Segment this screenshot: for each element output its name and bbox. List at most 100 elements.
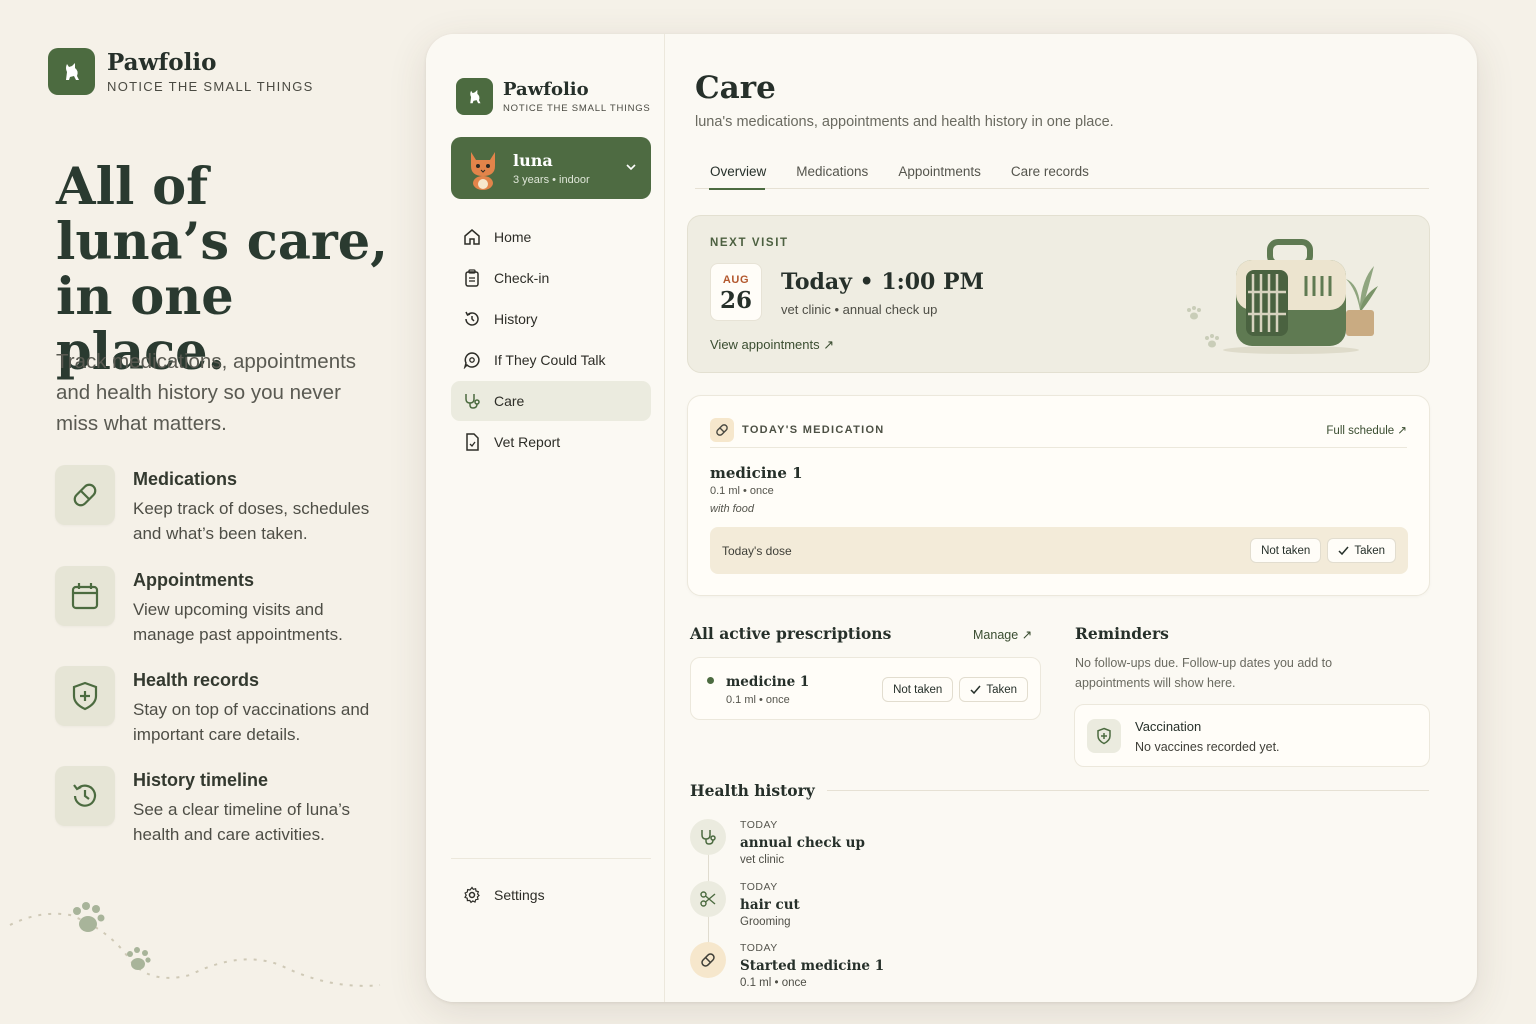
sidebar-item-vet-report[interactable]: Vet Report xyxy=(451,422,651,462)
history-name: annual check up xyxy=(740,835,865,851)
not-taken-button[interactable]: Not taken xyxy=(1250,538,1322,563)
pet-carrier-illustration xyxy=(1187,239,1378,354)
cat-logo-icon xyxy=(48,48,95,95)
cat-logo-icon xyxy=(456,78,493,115)
calendar-icon xyxy=(55,566,115,626)
dose-actions: Not taken Taken xyxy=(1250,538,1396,563)
sidebar-item-label: Care xyxy=(494,393,525,409)
feature-title: Appointments xyxy=(133,570,254,590)
sidebar-item-label: History xyxy=(494,311,538,327)
divider xyxy=(805,790,1429,791)
medication-card-header: TODAY'S MEDICATION Full schedule ↗ xyxy=(710,412,1407,448)
sidebar-item-settings[interactable]: Settings xyxy=(451,875,651,915)
history-when: TODAY xyxy=(740,942,778,954)
check-icon xyxy=(970,685,981,695)
status-dot xyxy=(707,677,714,684)
todays-medication-card: TODAY'S MEDICATION Full schedule ↗ medic… xyxy=(687,395,1430,596)
chat-icon xyxy=(463,352,480,369)
report-icon xyxy=(466,433,479,451)
feature-desc: View upcoming visits and manage past app… xyxy=(133,600,343,644)
view-appointments-link[interactable]: View appointments ↗ xyxy=(710,337,834,353)
reminders-title: Reminders xyxy=(1075,624,1169,643)
brand-tagline: NOTICE THE SMALL THINGS xyxy=(107,79,314,94)
date-day: 26 xyxy=(719,287,752,314)
medication-name: medicine 1 xyxy=(710,464,803,482)
tab-medications[interactable]: Medications xyxy=(781,162,883,189)
history-when: TODAY xyxy=(740,819,778,831)
gear-icon xyxy=(464,886,480,904)
home-icon xyxy=(464,229,480,245)
feature-appointments: Appointments View upcoming visits and ma… xyxy=(55,566,395,647)
pill-icon xyxy=(55,465,115,525)
tab-overview[interactable]: Overview xyxy=(695,162,781,190)
chevron-down-icon xyxy=(626,164,636,171)
sidebar-item-home[interactable]: Home xyxy=(451,217,651,257)
shield-plus-icon xyxy=(1087,719,1121,753)
prescription-actions: Not taken Taken xyxy=(882,677,1028,702)
taken-button[interactable]: Taken xyxy=(959,677,1028,702)
medication-eyebrow: TODAY'S MEDICATION xyxy=(742,423,885,436)
button-label: Not taken xyxy=(1261,544,1311,557)
button-label: Not taken xyxy=(893,683,943,696)
feature-medications: Medications Keep track of doses, schedul… xyxy=(55,465,395,546)
main-content: Care luna's medications, appointments an… xyxy=(665,34,1477,1002)
reminders-text: No follow-ups due. Follow-up dates you a… xyxy=(1075,656,1333,690)
clipboard-icon xyxy=(465,269,479,287)
tab-bar: Overview Medications Appointments Care r… xyxy=(695,162,1429,190)
history-name: hair cut xyxy=(740,897,800,913)
prescription-dose: 0.1 ml • once xyxy=(726,694,790,706)
sidebar-item-label: If They Could Talk xyxy=(494,352,606,368)
page-title: Care xyxy=(695,70,776,106)
pet-switcher[interactable]: luna 3 years • indoor xyxy=(451,137,651,199)
paw-trail-decoration xyxy=(9,902,381,987)
history-icon xyxy=(465,311,479,326)
history-icon xyxy=(55,766,115,826)
sidebar-footer: Settings xyxy=(451,858,651,916)
history-when: TODAY xyxy=(740,881,778,893)
taken-button[interactable]: Taken xyxy=(1327,538,1396,563)
sidebar-item-history[interactable]: History xyxy=(451,299,651,339)
manage-link[interactable]: Manage ↗ xyxy=(973,627,1032,642)
sidebar-item-if-they-could-talk[interactable]: If They Could Talk xyxy=(451,340,651,380)
check-icon xyxy=(1338,546,1349,556)
sidebar-item-care[interactable]: Care xyxy=(451,381,651,421)
sidebar-item-label: Settings xyxy=(494,887,545,903)
sidebar-brand[interactable]: Pawfolio NOTICE THE SMALL THINGS xyxy=(456,78,651,115)
feature-title: Health records xyxy=(133,670,260,690)
pet-name: luna xyxy=(513,150,553,170)
vaccination-title: Vaccination xyxy=(1135,719,1202,734)
sidebar-item-label: Vet Report xyxy=(494,434,561,450)
history-detail: Grooming xyxy=(740,916,791,928)
feature-history-timeline: History timeline See a clear timeline of… xyxy=(55,766,395,847)
visit-time: Today • 1:00 PM xyxy=(781,269,984,295)
prescription-item: medicine 1 0.1 ml • once Not taken Taken xyxy=(690,657,1041,720)
stethoscope-icon xyxy=(690,819,726,855)
pet-meta: 3 years • indoor xyxy=(513,173,590,186)
full-schedule-link[interactable]: Full schedule ↗ xyxy=(1326,423,1407,437)
brand: Pawfolio NOTICE THE SMALL THINGS xyxy=(48,48,314,95)
app-window: Pawfolio NOTICE THE SMALL THINGS luna 3 … xyxy=(426,34,1477,1002)
next-visit-card: NEXT VISIT AUG 26 Today • 1:00 PM vet cl… xyxy=(687,215,1430,373)
feature-title: History timeline xyxy=(133,770,269,790)
cat-avatar-icon xyxy=(471,152,495,190)
button-label: Taken xyxy=(1354,544,1385,557)
sidebar-item-check-in[interactable]: Check-in xyxy=(451,258,651,298)
hero-subtitle: Track medications, appointments and heal… xyxy=(56,350,357,435)
tab-care-records[interactable]: Care records xyxy=(996,162,1104,189)
scissors-icon xyxy=(690,881,726,917)
history-name: Started medicine 1 xyxy=(740,958,885,974)
sidebar-item-label: Home xyxy=(494,229,532,245)
vaccination-card[interactable]: Vaccination No vaccines recorded yet. xyxy=(1074,704,1430,767)
history-detail: 0.1 ml • once xyxy=(740,977,807,989)
dose-label: Today's dose xyxy=(722,543,792,558)
sidebar-nav: Home Check-in History If They Could Talk… xyxy=(451,217,651,463)
tab-appointments[interactable]: Appointments xyxy=(883,162,996,189)
not-taken-button[interactable]: Not taken xyxy=(882,677,954,702)
date-badge: AUG 26 xyxy=(710,263,762,321)
feature-desc: See a clear timeline of luna’s health an… xyxy=(133,800,351,844)
page-subtitle: luna's medications, appointments and hea… xyxy=(695,114,1114,130)
button-label: Taken xyxy=(986,683,1017,696)
prescription-name: medicine 1 xyxy=(726,674,810,690)
sidebar-brand-tagline: NOTICE THE SMALL THINGS xyxy=(503,103,651,114)
brand-name: Pawfolio xyxy=(107,49,217,76)
